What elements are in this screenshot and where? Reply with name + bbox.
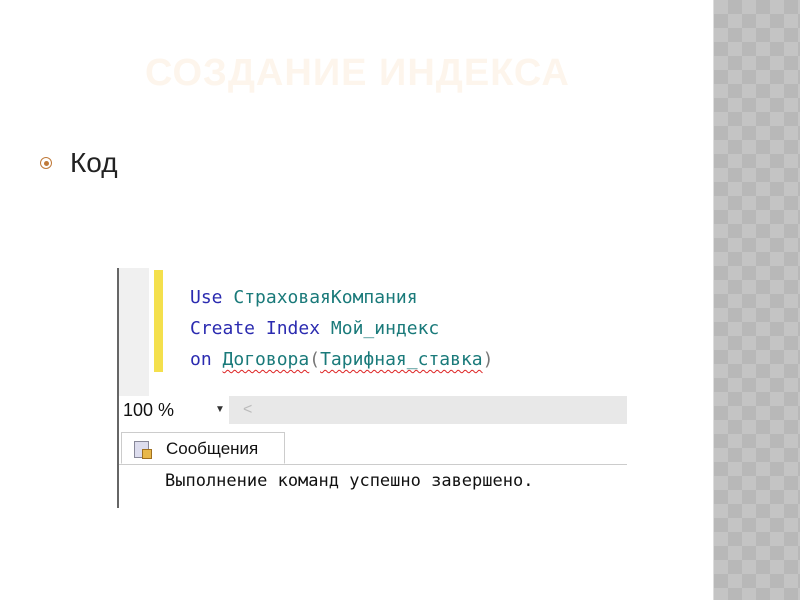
change-marker (154, 270, 163, 372)
zoom-select[interactable]: 100 % ▼ (119, 396, 229, 424)
slide-title: СОЗДАНИЕ ИНДЕКСА (145, 52, 570, 94)
keyword: Create Index (190, 318, 321, 339)
keyword: Use (190, 287, 223, 308)
table-name: Договора (222, 349, 310, 370)
paren: ) (482, 349, 494, 370)
code-editor[interactable]: Use СтраховаяКомпания Create Index Мой_и… (190, 282, 493, 375)
editor-gutter (119, 268, 149, 396)
identifier: Мой_индекс (330, 318, 440, 339)
tab-messages[interactable]: Сообщения (121, 432, 285, 464)
paren: ( (309, 349, 321, 370)
decorative-side-panel (713, 0, 800, 600)
column-name: Тарифная_ставка (320, 349, 483, 370)
tab-label: Сообщения (166, 439, 259, 458)
bullet-icon (40, 157, 52, 169)
bullet-text: Код (70, 147, 118, 178)
results-tabs: Сообщения (119, 424, 627, 465)
chevron-down-icon[interactable]: ▼ (215, 396, 225, 424)
zoom-bar: 100 % ▼ < (119, 396, 627, 424)
keyword: on (190, 349, 212, 370)
scroll-left-button[interactable]: < (243, 396, 252, 424)
zoom-value: 100 % (123, 400, 175, 420)
identifier: СтраховаяКомпания (233, 287, 418, 308)
result-message: Выполнение команд успешно завершено. (165, 471, 534, 491)
messages-icon (134, 441, 152, 459)
sql-editor-screenshot: Use СтраховаяКомпания Create Index Мой_и… (117, 268, 627, 508)
